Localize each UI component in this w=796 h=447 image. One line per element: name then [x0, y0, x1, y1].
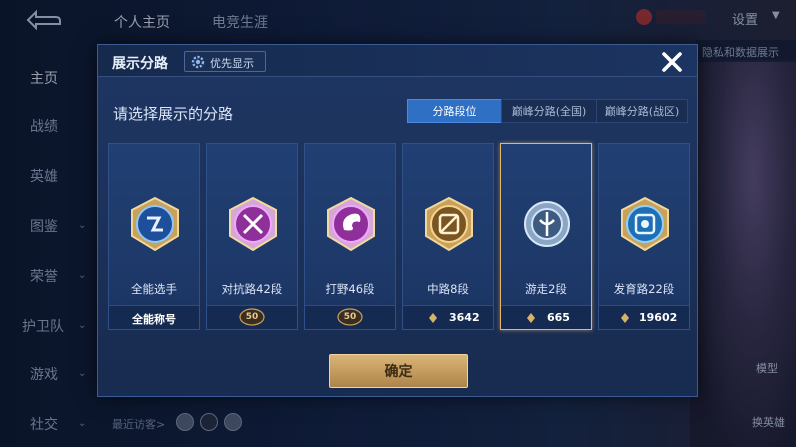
peak-points-value: 665	[547, 311, 570, 324]
allround-emblem-icon	[131, 196, 179, 252]
tab-lane-rank[interactable]: 分路段位	[407, 99, 502, 123]
lane-card-allround[interactable]: 全能选手 全能称号	[108, 143, 200, 330]
lane-card-footer: 50	[207, 305, 297, 329]
tab-peak-lane-region[interactable]: 巅峰分路(战区)	[596, 99, 688, 123]
clash-lane-emblem-icon	[229, 196, 277, 252]
peak-points-icon	[527, 313, 535, 323]
lane-card-title: 发育路22段	[613, 282, 675, 296]
peak-points-icon	[621, 313, 629, 323]
dialog-header: 展示分路 优先显示	[98, 45, 697, 77]
lane-card-title: 全能选手	[131, 282, 177, 296]
lane-card-title: 打野46段	[325, 282, 375, 296]
priority-display-label: 优先显示	[210, 57, 254, 70]
gear-icon	[191, 55, 205, 69]
peak-points-icon	[429, 313, 437, 323]
dialog-title: 展示分路	[112, 56, 168, 72]
lane-card-footer: 3642	[403, 305, 493, 329]
jungle-emblem-icon	[327, 196, 375, 252]
tab-peak-lane-national[interactable]: 巅峰分路(全国)	[501, 99, 597, 123]
lane-card-title: 对抗路42段	[221, 282, 283, 296]
lane-card-title: 游走2段	[525, 282, 567, 296]
roam-emblem-icon	[524, 201, 570, 247]
lane-card-mid[interactable]: 中路8段 3642	[402, 143, 494, 330]
selection-prompt: 请选择展示的分路	[113, 105, 234, 123]
rank-badge-label: 50	[343, 312, 357, 322]
lane-card-footer: 全能称号	[109, 305, 199, 329]
close-icon[interactable]	[658, 48, 686, 76]
lane-card-title: 中路8段	[427, 282, 469, 296]
lane-card-footer: 665	[501, 305, 591, 329]
lane-card-jungle[interactable]: 打野46段 50	[304, 143, 396, 330]
peak-points-value: 19602	[639, 311, 678, 324]
confirm-button[interactable]: 确定	[329, 354, 468, 388]
lane-display-dialog: 展示分路 优先显示 请选择展示的分路 分路段位 巅峰分路(全国) 巅峰分路(战区…	[97, 44, 698, 397]
lane-card-roam[interactable]: 游走2段 665	[500, 143, 592, 330]
lane-card-farm[interactable]: 发育路22段 19602	[598, 143, 690, 330]
rank-badge-label: 50	[245, 312, 259, 322]
mid-lane-emblem-icon	[425, 196, 473, 252]
farm-lane-emblem-icon	[621, 196, 669, 252]
priority-display-button[interactable]: 优先显示	[184, 51, 266, 72]
lane-card-clash[interactable]: 对抗路42段 50	[206, 143, 298, 330]
lane-card-footer: 50	[305, 305, 395, 329]
peak-points-value: 3642	[449, 311, 480, 324]
lane-card-footer: 19602	[599, 305, 689, 329]
allround-title-label: 全能称号	[132, 313, 176, 326]
